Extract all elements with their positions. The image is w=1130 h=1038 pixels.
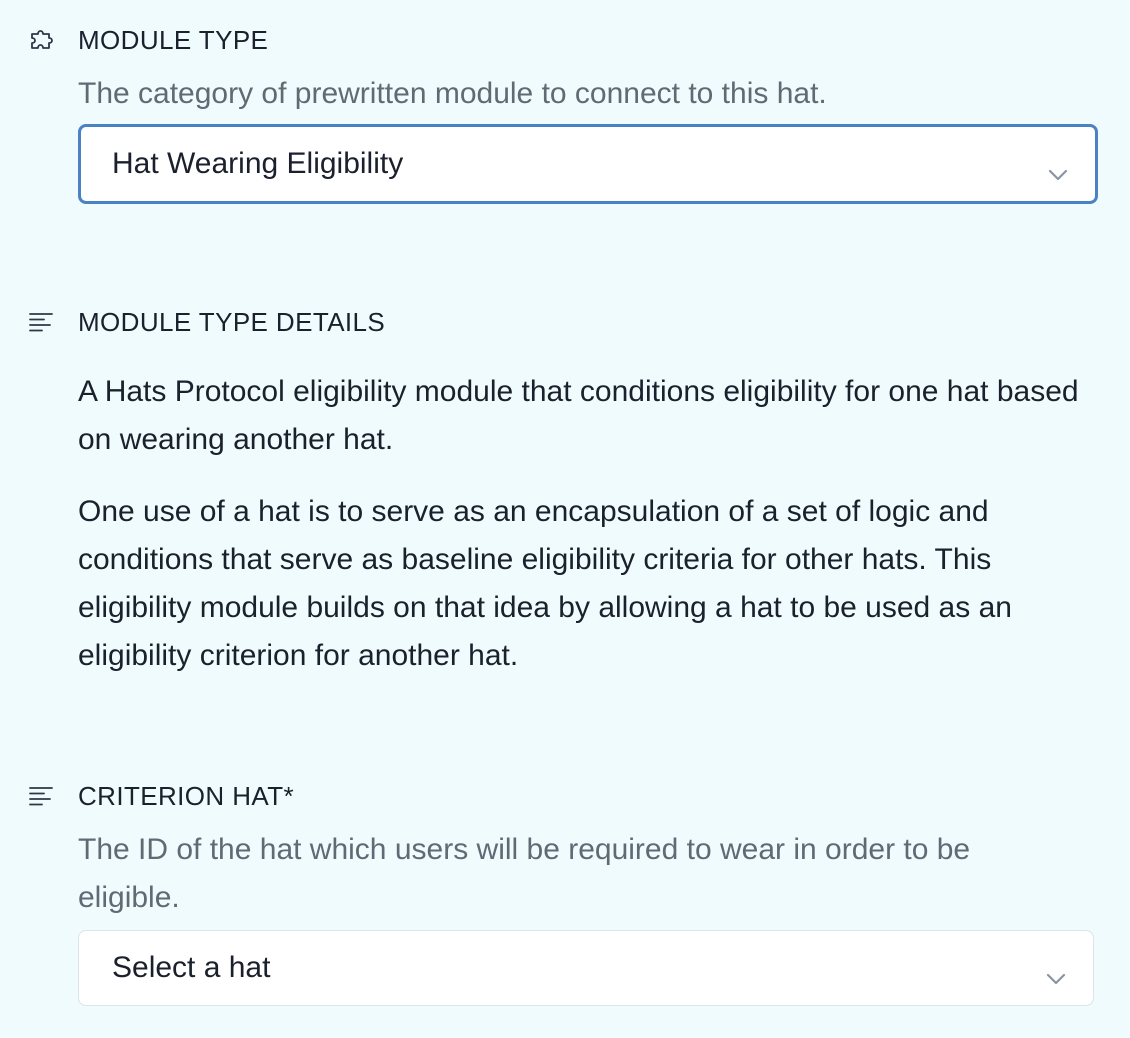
module-type-header: MODULE TYPE xyxy=(28,22,268,58)
criterion-hat-select[interactable]: Select a hat xyxy=(78,930,1094,1006)
criterion-hat-helper: The ID of the hat which users will be re… xyxy=(78,833,971,914)
criterion-hat-header: CRITERION HAT* xyxy=(28,778,294,814)
module-type-details-title: MODULE TYPE DETAILS xyxy=(78,306,386,337)
text-align-icon xyxy=(28,781,62,811)
module-type-helper: The category of prewritten module to con… xyxy=(78,77,827,110)
text-align-icon xyxy=(28,307,62,337)
chevron-down-icon xyxy=(1045,960,1067,985)
criterion-hat-title: CRITERION HAT* xyxy=(78,780,295,811)
criterion-hat-select-value: Select a hat xyxy=(112,951,271,984)
puzzle-icon xyxy=(28,25,62,55)
module-type-details-header: MODULE TYPE DETAILS xyxy=(28,304,385,340)
details-paragraph-2: One use of a hat is to serve as an encap… xyxy=(78,495,1012,672)
module-type-select-value: Hat Wearing Eligibility xyxy=(112,147,404,180)
details-paragraph-1: A Hats Protocol eligibility module that … xyxy=(78,375,1079,456)
module-type-title: MODULE TYPE xyxy=(78,24,269,55)
module-type-select[interactable]: Hat Wearing Eligibility xyxy=(78,124,1098,204)
chevron-down-icon xyxy=(1047,156,1069,181)
